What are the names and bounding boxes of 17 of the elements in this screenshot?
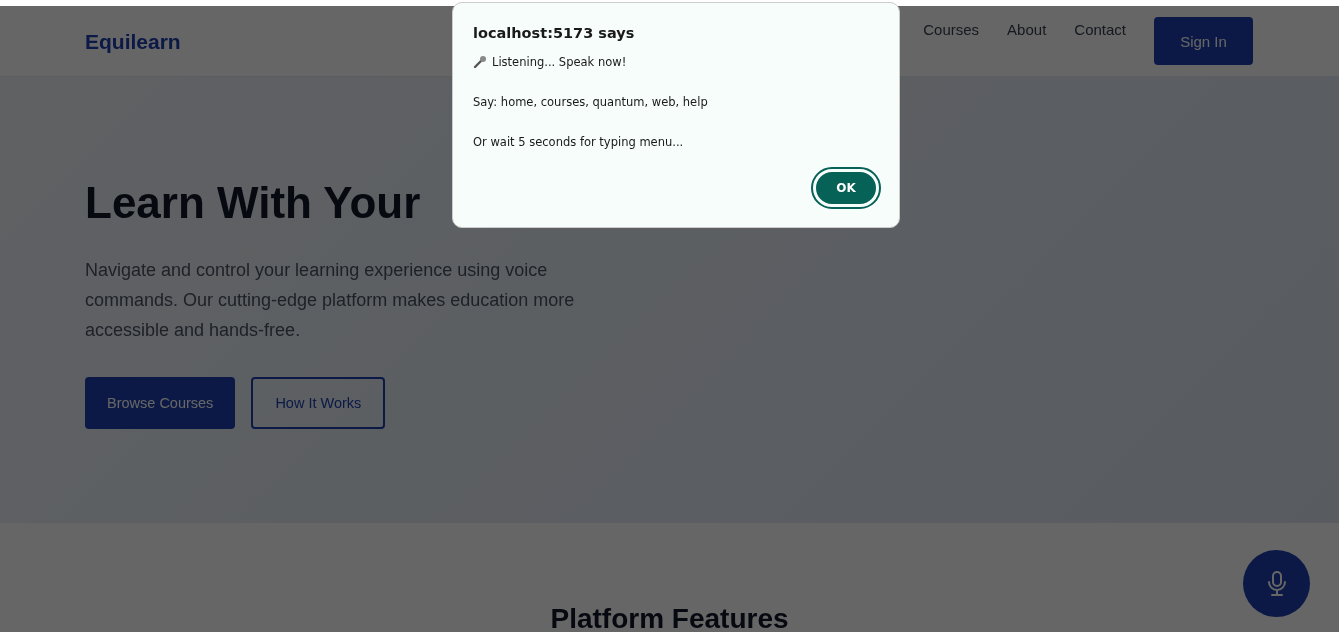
dialog-message: Say: home, courses, quantum, web, help (473, 95, 708, 109)
dialog-message: Or wait 5 seconds for typing menu... (473, 135, 684, 149)
logo-text[interactable]: Equilearn (85, 30, 181, 54)
nav-link[interactable]: Courses (923, 20, 980, 38)
dialog-title: localhost:5173 says (473, 25, 636, 41)
hero-title: Learn With Your (85, 177, 421, 229)
nav-link[interactable]: Contact (1074, 20, 1126, 38)
ok-button[interactable]: OK (813, 169, 879, 207)
microphone-icon (473, 55, 487, 69)
nav-link[interactable]: About (1007, 20, 1047, 38)
sign-in-button[interactable]: Sign In (1154, 17, 1253, 65)
dialog-message: Listening... Speak now! (492, 55, 627, 69)
microphone-icon (1265, 570, 1288, 597)
section-heading: Platform Features (550, 603, 789, 632)
secondary-button[interactable]: How It Works (251, 377, 386, 429)
browse-button[interactable]: Browse Courses (85, 377, 236, 429)
hero-description: Navigate and control your learning experience using voice commands. Our cutting-edge platform makes education more accessible and hands-free. (85, 259, 576, 342)
